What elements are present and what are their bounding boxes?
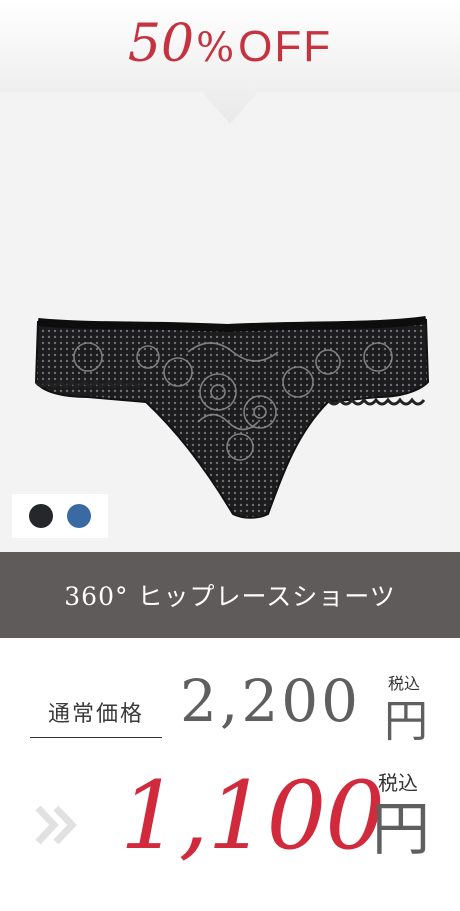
regular-price-label: 通常価格 bbox=[47, 702, 144, 727]
product-name-bar[interactable]: 360° ヒップレースショーツ bbox=[0, 552, 460, 638]
double-chevron-right-icon bbox=[35, 805, 77, 845]
product-card: 50%OFF 360° ヒップレースショーツ 通常価格 2,200 税込 円 1… bbox=[0, 0, 460, 911]
discount-number: 50 bbox=[127, 14, 195, 74]
regular-label-underline bbox=[30, 737, 162, 738]
sale-tax-label: 税込 bbox=[378, 771, 418, 795]
lace-panties-image bbox=[34, 316, 430, 519]
color-swatch-blue[interactable] bbox=[67, 504, 91, 528]
percent-sign: % bbox=[196, 25, 235, 71]
off-label: OFF bbox=[238, 22, 333, 71]
sale-price: 1,100 bbox=[120, 762, 385, 871]
regular-price: 2,200 bbox=[180, 667, 362, 735]
color-swatch-panel bbox=[12, 494, 108, 538]
product-photo[interactable] bbox=[0, 92, 460, 552]
discount-label: 50%OFF bbox=[0, 18, 460, 70]
regular-currency: 円 bbox=[384, 696, 428, 747]
regular-tax-label: 税込 bbox=[388, 674, 421, 693]
color-swatch-black[interactable] bbox=[29, 504, 53, 528]
product-name: 360° ヒップレースショーツ bbox=[64, 582, 396, 611]
sale-currency: 円 bbox=[372, 795, 431, 863]
